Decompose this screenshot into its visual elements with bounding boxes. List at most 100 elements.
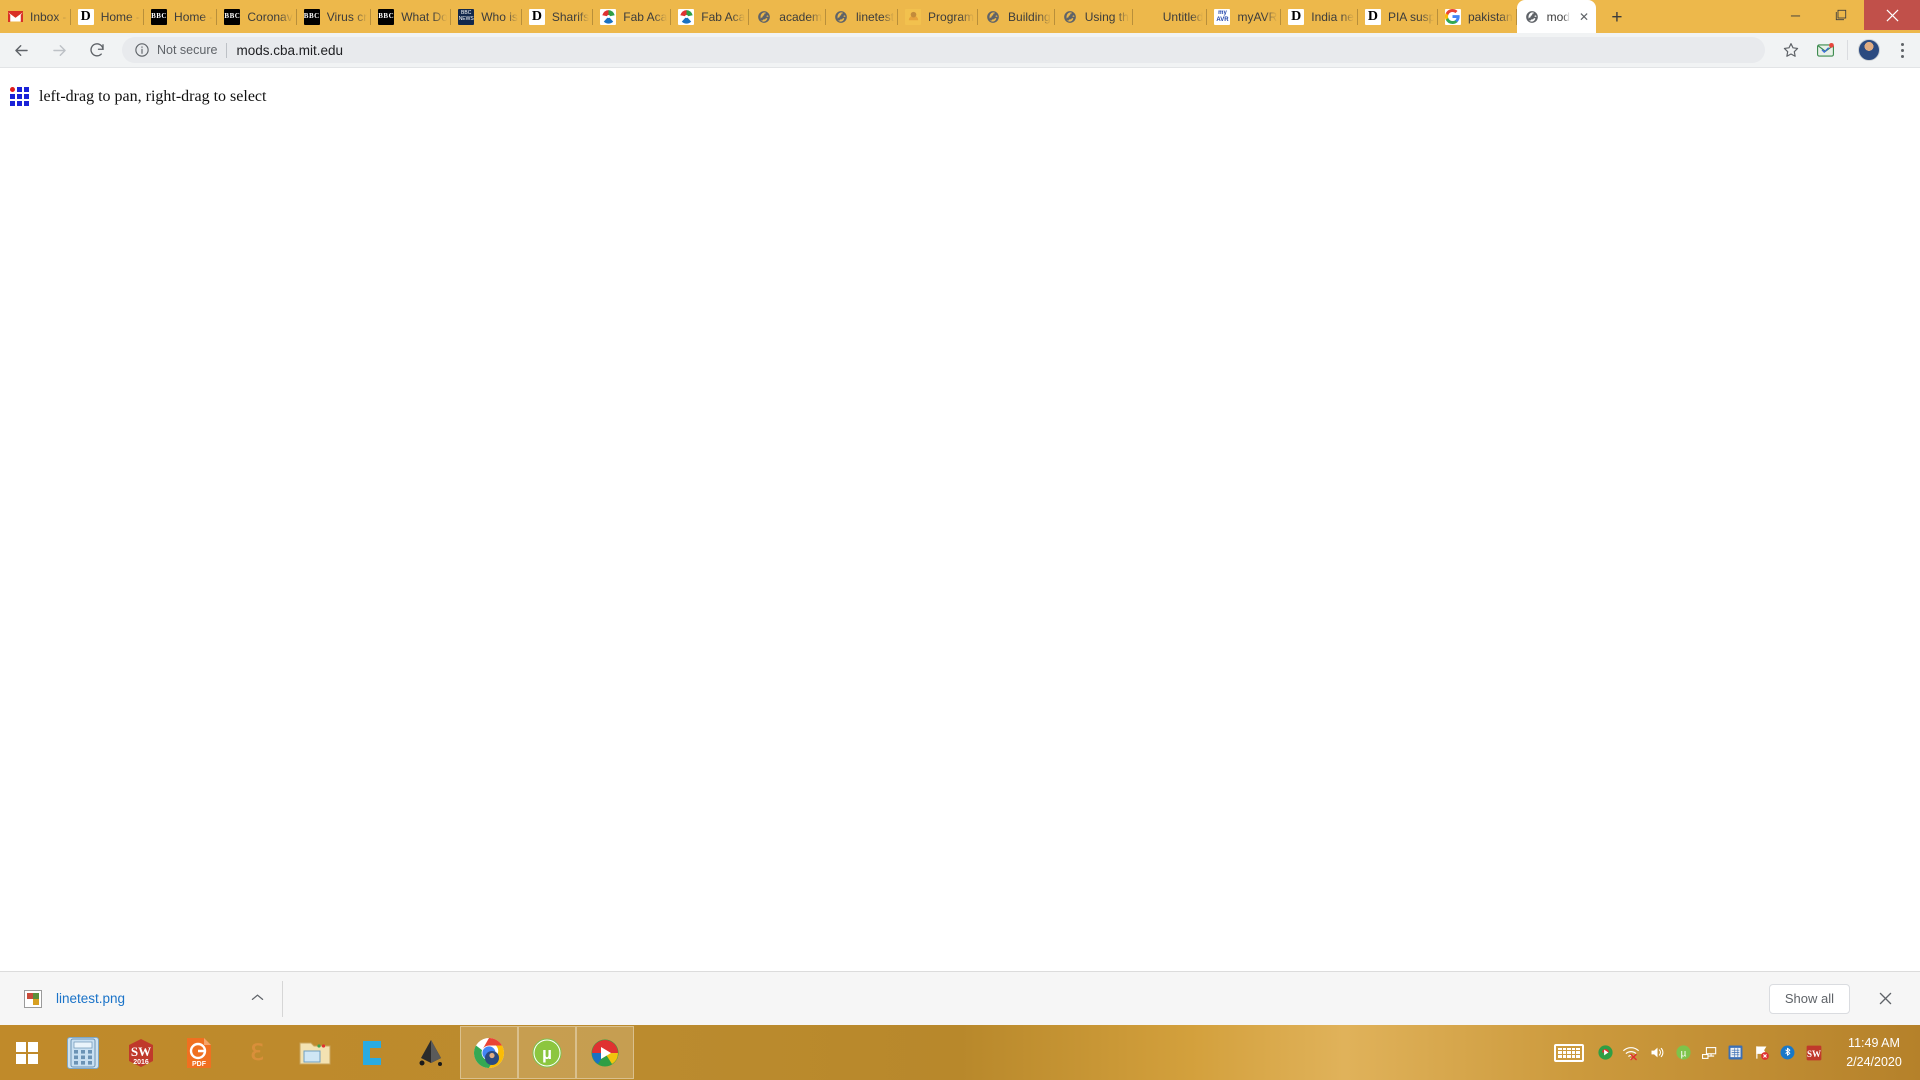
fabacademy-icon (600, 8, 617, 25)
tab-9[interactable]: Fab Aca (671, 0, 750, 33)
url-text: mods.cba.mit.edu (236, 42, 344, 58)
bookmark-star-icon[interactable] (1775, 34, 1807, 66)
chrome-icon (473, 1037, 505, 1069)
taskbar-app-gpdf-icon[interactable]: PDF (170, 1025, 228, 1080)
utorrent-tray-icon[interactable]: µ (1670, 1025, 1696, 1080)
taskbar-app-solidworks-icon[interactable]: SW 2016 (112, 1025, 170, 1080)
clock-time: 11:49 AM (1848, 1036, 1900, 1051)
tab-18[interactable]: D PIA susp (1358, 0, 1438, 33)
tab-6[interactable]: BBC NEWS Who is (451, 0, 522, 33)
start-button[interactable] (0, 1025, 54, 1080)
taskbar-app-eagle-icon[interactable]: ℇ (228, 1025, 286, 1080)
toolbar-divider (1847, 40, 1848, 60)
flag-error-icon[interactable] (1748, 1025, 1774, 1080)
taskbar-app-chrome-icon[interactable] (460, 1026, 518, 1079)
address-bar[interactable]: Not secure mods.cba.mit.edu (122, 37, 1765, 63)
globe-icon (756, 9, 772, 25)
dawn-icon: D (1364, 8, 1381, 25)
show-all-downloads-button[interactable]: Show all (1768, 983, 1850, 1014)
tab-5[interactable]: BBC What Do (371, 0, 452, 33)
tab-19[interactable]: pakistan (1438, 0, 1517, 33)
svg-text:SW: SW (131, 1044, 151, 1059)
forward-button[interactable] (42, 33, 76, 67)
taskbar-app-inkscape-icon[interactable] (402, 1025, 460, 1080)
back-button[interactable] (4, 33, 38, 67)
svg-text:PDF: PDF (192, 1061, 207, 1068)
tab-title: What Do (401, 9, 448, 24)
new-tab-button[interactable]: + (1602, 3, 1632, 33)
globe-icon (985, 9, 1001, 25)
globe-icon (833, 9, 849, 25)
volume-icon[interactable] (1644, 1025, 1670, 1080)
taskbar-app-file-explorer-icon[interactable] (286, 1025, 344, 1080)
tab-14[interactable]: Using th (1055, 0, 1133, 33)
taskbar-app-utorrent-icon[interactable]: µ (518, 1026, 576, 1079)
tab-title: Program (928, 9, 975, 24)
wifi-disconnected-icon[interactable] (1618, 1025, 1644, 1080)
tab-8[interactable]: Fab Aca (593, 0, 672, 33)
svg-text:µ: µ (542, 1044, 552, 1063)
idm-tray-icon[interactable] (1592, 1025, 1618, 1080)
minimize-button[interactable] (1772, 0, 1818, 30)
tab-15[interactable]: Untitled (1133, 0, 1208, 33)
download-file-name: linetest.png (56, 991, 126, 1006)
tab-13[interactable]: Building (978, 0, 1055, 33)
tab-title: Virus cr (326, 9, 368, 24)
close-shelf-icon[interactable] (1872, 986, 1898, 1012)
globe-icon (1524, 9, 1540, 25)
tab-title: Inbox - (30, 9, 67, 24)
tab-16[interactable]: my AVR myAVR (1207, 0, 1282, 33)
tab-close-icon[interactable]: ✕ (1574, 7, 1594, 27)
image-file-icon (24, 989, 42, 1008)
windows-logo-icon (16, 1041, 38, 1064)
taskbar-clock[interactable]: 11:49 AM 2/24/2020 (1828, 1025, 1920, 1080)
tab-title: Sharifs (551, 9, 590, 24)
mods-viewer-header: left-drag to pan, right-drag to select (10, 87, 266, 106)
tab-10[interactable]: academ (749, 0, 826, 33)
inkscape-icon (415, 1037, 447, 1069)
taskbar-app-calculator-icon[interactable] (54, 1025, 112, 1080)
solidworks-tray-icon[interactable]: SW (1800, 1025, 1828, 1080)
taskbar-app-cura-icon[interactable] (344, 1025, 402, 1080)
avatar[interactable] (1858, 39, 1880, 61)
network-icon[interactable] (1696, 1025, 1722, 1080)
tab-2[interactable]: BBC Home - (144, 0, 218, 33)
download-item[interactable]: linetest.png (16, 980, 266, 1018)
tab-title: Home - (174, 9, 214, 24)
tab-4[interactable]: BBC Virus cr (297, 0, 372, 33)
maximize-button[interactable] (1818, 0, 1864, 30)
viewer-hint-text: left-drag to pan, right-drag to select (39, 87, 267, 105)
window-close-button[interactable] (1864, 0, 1920, 30)
taskbar-app-idm-icon[interactable] (576, 1026, 634, 1079)
tab-active[interactable]: mod ✕ (1516, 0, 1596, 33)
onscreen-keyboard-icon[interactable] (1554, 1043, 1584, 1062)
mods-grid-icon[interactable] (10, 87, 29, 106)
tab-0[interactable]: Inbox - (0, 0, 71, 33)
chevron-up-icon[interactable] (251, 993, 264, 1005)
fabacademy-icon (678, 8, 695, 25)
tab-17[interactable]: D India ne (1281, 0, 1358, 33)
google-icon (1444, 8, 1461, 25)
tab-3[interactable]: BBC Coronav (217, 0, 297, 33)
bluetooth-icon[interactable] (1774, 1025, 1800, 1080)
browser-menu-button[interactable] (1886, 34, 1918, 66)
tab-1[interactable]: D Home - (71, 0, 145, 33)
mail-extension-icon[interactable] (1809, 34, 1841, 66)
reload-button[interactable] (80, 33, 114, 67)
myavr-icon: my AVR (1214, 8, 1231, 25)
tab-title: Building (1008, 9, 1051, 24)
bbc-news-icon: BBC NEWS (458, 8, 475, 25)
taskbar-apps: SW 2016 PDF ℇµ (54, 1025, 634, 1080)
excel-tray-icon[interactable] (1722, 1025, 1748, 1080)
clock-date: 2/24/2020 (1846, 1054, 1902, 1069)
tab-11[interactable]: linetest (826, 0, 899, 33)
page-content: left-drag to pan, right-drag to select (0, 69, 1920, 1011)
eagle-icon: ℇ (250, 1039, 264, 1065)
solidworks-icon: SW 2016 (125, 1037, 157, 1069)
info-circle-icon[interactable] (134, 42, 150, 58)
tab-7[interactable]: D Sharifs (522, 0, 594, 33)
bbc-icon: BBC (224, 8, 241, 25)
tab-title: linetest (856, 9, 895, 24)
tab-12[interactable]: Program (898, 0, 979, 33)
tab-title: myAVR (1237, 9, 1278, 24)
